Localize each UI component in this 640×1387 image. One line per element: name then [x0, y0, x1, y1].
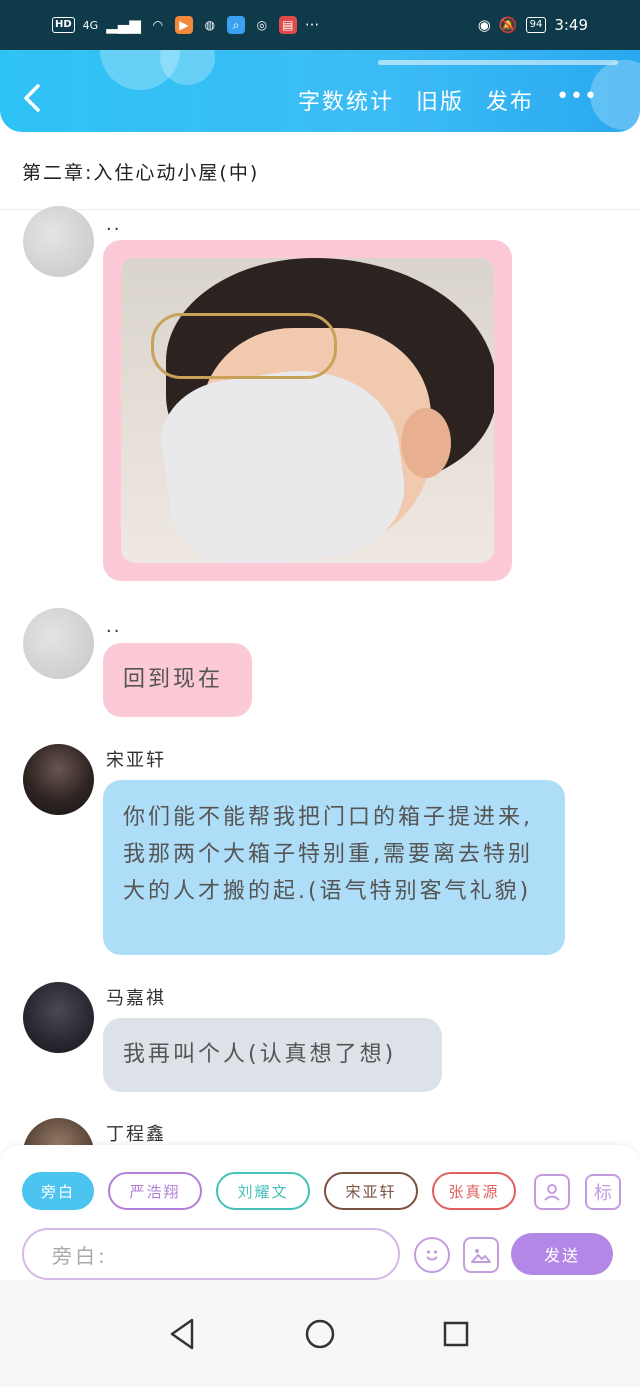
- old-version-button[interactable]: 旧版: [416, 84, 464, 116]
- clock: 3:49: [554, 16, 588, 34]
- sender-name: 宋亚轩: [106, 750, 166, 771]
- photo-ear-shape: [401, 408, 451, 478]
- image-icon: [471, 1249, 491, 1263]
- hd-badge: HD: [52, 17, 75, 33]
- divider: [0, 209, 640, 210]
- avatar[interactable]: [23, 206, 94, 277]
- send-button[interactable]: 发送: [511, 1233, 613, 1275]
- back-button[interactable]: [18, 80, 52, 116]
- chip-character[interactable]: 严浩翔: [108, 1172, 202, 1210]
- message-text: 回到现在: [123, 667, 224, 692]
- sender-name: ..: [106, 616, 122, 637]
- character-chips: 旁白 严浩翔 刘耀文 宋亚轩 张真源: [22, 1172, 516, 1210]
- reader-app-icon: ▤: [278, 16, 297, 34]
- wifi-icon: ◠: [152, 18, 164, 32]
- text-message-bubble[interactable]: 我再叫个人(认真想了想): [103, 1018, 442, 1092]
- search-app-icon: ⌕: [226, 16, 245, 34]
- back-triangle-icon: [170, 1318, 194, 1350]
- status-right: ◉ 🔕 94 3:49: [478, 16, 588, 34]
- video-app-icon: ▶: [174, 16, 193, 34]
- more-button[interactable]: •••: [556, 84, 598, 116]
- avatar[interactable]: [23, 744, 94, 815]
- emoji-button[interactable]: [414, 1237, 450, 1273]
- sender-name: 丁程鑫: [106, 1124, 166, 1145]
- message-input[interactable]: 旁白:: [22, 1228, 400, 1280]
- editor-header: 字数统计 旧版 发布 •••: [0, 50, 640, 132]
- text-message-bubble[interactable]: 回到现在: [103, 643, 252, 717]
- more-notifications-icon: ···: [304, 16, 320, 34]
- composer-panel: 旁白 严浩翔 刘耀文 宋亚轩 张真源 标 旁白: 发送: [0, 1145, 640, 1280]
- system-nav-bar: [0, 1280, 640, 1387]
- status-left: HD 4G ▂▄▆ ◠ ▶ ◍ ⌕ ◎ ▤ ···: [52, 16, 319, 34]
- header-progress-track: [378, 60, 618, 65]
- message-text: 我再叫个人(认真想了想): [123, 1042, 397, 1067]
- browser-icon: ◎: [256, 18, 268, 32]
- nav-back-button[interactable]: [162, 1314, 202, 1354]
- signal-icon: ▂▄▆: [106, 16, 141, 34]
- recents-square-icon: [443, 1321, 469, 1347]
- nav-recents-button[interactable]: [436, 1314, 476, 1354]
- message-text: 你们能不能帮我把门口的箱子提进来,我那两个大箱子特别重,需要离去特别大的人才搬的…: [123, 805, 533, 904]
- word-count-button[interactable]: 字数统计: [298, 84, 394, 116]
- person-card-icon: [544, 1184, 560, 1201]
- photo-glasses-shape: [151, 313, 337, 379]
- chip-narrator[interactable]: 旁白: [22, 1172, 94, 1210]
- message-photo: [121, 258, 494, 563]
- status-bar: HD 4G ▂▄▆ ◠ ▶ ◍ ⌕ ◎ ▤ ··· ◉ 🔕 94 3:49: [0, 0, 640, 50]
- decor-bubble: [160, 50, 215, 85]
- battery-icon: 94: [525, 17, 547, 33]
- insert-image-button[interactable]: [463, 1237, 499, 1273]
- home-circle-icon: [305, 1319, 335, 1349]
- sender-name: 马嘉祺: [106, 988, 166, 1009]
- more-dots-icon: •••: [556, 84, 598, 109]
- publish-button[interactable]: 发布: [486, 84, 534, 116]
- mute-bell-icon: 🔕: [498, 16, 518, 34]
- nav-home-button[interactable]: [300, 1314, 340, 1354]
- avatar[interactable]: [23, 982, 94, 1053]
- wechat-icon: ◍: [204, 18, 216, 32]
- message-input-placeholder: 旁白:: [52, 1243, 108, 1268]
- chevron-left-icon: [24, 84, 40, 112]
- add-character-button[interactable]: [534, 1174, 570, 1210]
- chip-character[interactable]: 宋亚轩: [324, 1172, 418, 1210]
- signal-indicator: 4G: [82, 18, 99, 32]
- header-actions: 字数统计 旧版 发布 •••: [298, 84, 598, 116]
- eye-icon: ◉: [477, 16, 491, 34]
- chapter-title[interactable]: 第二章:入住心动小屋(中): [22, 158, 259, 185]
- tag-button[interactable]: 标: [585, 1174, 621, 1210]
- chip-character[interactable]: 刘耀文: [216, 1172, 310, 1210]
- smiley-icon: [426, 1250, 438, 1261]
- tag-label: 标: [594, 1183, 612, 1204]
- image-message-bubble[interactable]: [103, 240, 512, 581]
- avatar[interactable]: [23, 608, 94, 679]
- sender-name: ..: [106, 214, 122, 235]
- text-message-bubble[interactable]: 你们能不能帮我把门口的箱子提进来,我那两个大箱子特别重,需要离去特别大的人才搬的…: [103, 780, 565, 955]
- chip-character[interactable]: 张真源: [432, 1172, 516, 1210]
